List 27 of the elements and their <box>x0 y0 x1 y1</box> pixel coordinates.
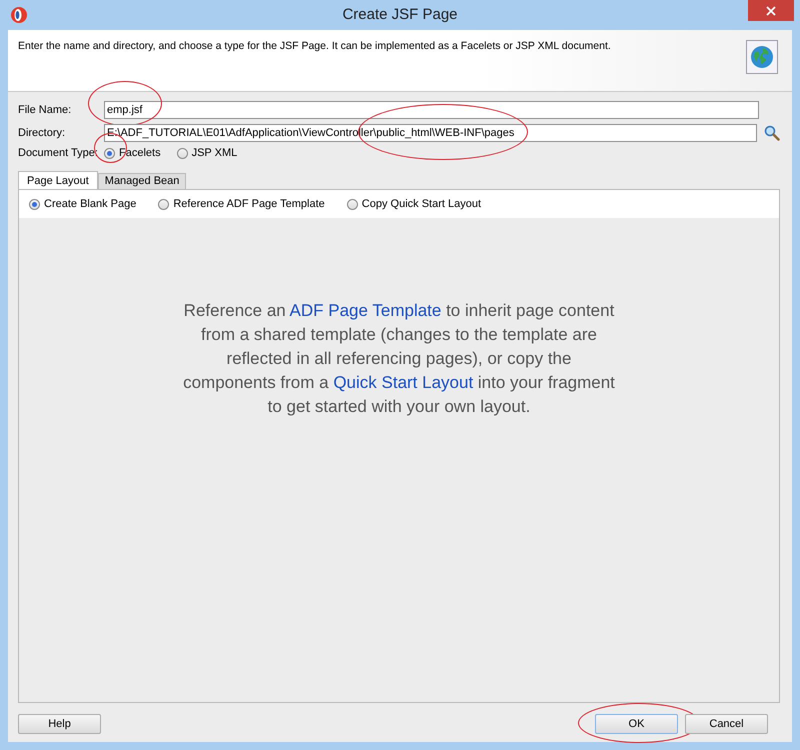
close-button[interactable] <box>748 0 794 21</box>
radio-button[interactable] <box>176 148 188 158</box>
field-label: File Name: <box>18 104 72 116</box>
radio-button[interactable] <box>346 198 358 210</box>
link[interactable]: ADF Page Template <box>290 301 442 320</box>
close-icon <box>766 6 776 16</box>
window-title: Create JSF Page <box>341 6 459 23</box>
input-field[interactable]: emp.jsf <box>104 101 759 119</box>
search-icon[interactable] <box>764 125 780 141</box>
tab[interactable]: Page Layout <box>18 171 98 189</box>
field-label: Directory: <box>18 127 66 139</box>
tab[interactable]: Managed Bean <box>98 173 186 189</box>
globe-icon <box>746 40 778 74</box>
dialog-button[interactable]: Cancel <box>685 714 768 734</box>
radio-button[interactable] <box>104 148 115 158</box>
dialog-button[interactable]: OK <box>595 714 678 734</box>
dialog-button[interactable]: Help <box>18 714 101 734</box>
radio-label[interactable]: Copy Quick Start Layout <box>362 198 482 210</box>
radio-label[interactable]: Reference ADF Page Template <box>173 198 325 210</box>
info-text: Reference an ADF Page Template to inherit page content from a shared template (changes to the template are reflected in all referencing pages), or copy the components from a Quick Start Layout into your fragment to get started with your own layout. <box>182 300 616 418</box>
radio-label[interactable]: Create Blank Page <box>44 198 136 210</box>
radio-label[interactable]: JSP XML <box>192 147 238 159</box>
radio-button[interactable] <box>158 198 170 210</box>
link[interactable]: Quick Start Layout <box>333 373 474 392</box>
app-logo-icon <box>10 6 28 24</box>
description-text: Enter the name and directory, and choose a type for the JSF Page. It can be implemented as a Facelets or JSP XML document. <box>18 40 611 54</box>
radio-button[interactable] <box>29 198 40 210</box>
